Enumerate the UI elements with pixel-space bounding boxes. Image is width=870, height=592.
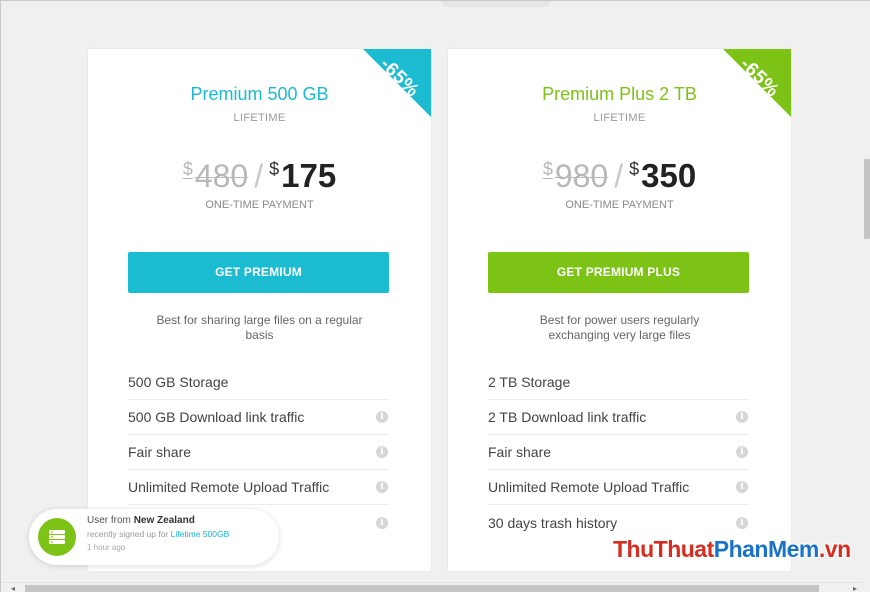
- scroll-left-arrow-icon[interactable]: ◂: [7, 584, 19, 592]
- notification-action-text: recently signed up for: [87, 529, 169, 539]
- payment-note: ONE-TIME PAYMENT: [205, 199, 314, 211]
- info-icon[interactable]: i: [376, 446, 388, 458]
- feature-item: 500 GB Storage: [128, 365, 389, 400]
- feature-label: 2 TB Storage: [488, 374, 571, 390]
- get-premium-plus-button[interactable]: GET PREMIUM PLUS: [488, 252, 749, 293]
- new-price-currency: $: [269, 159, 280, 179]
- payment-note: ONE-TIME PAYMENT: [565, 199, 674, 211]
- notification-time: 1 hour ago: [87, 543, 126, 552]
- plan-card-premium-500gb: -65% Premium 500 GB LIFETIME $480/$175 O…: [88, 49, 431, 571]
- notification-avatar: [38, 518, 76, 556]
- feature-label: 30 days trash history: [488, 514, 618, 531]
- vertical-scrollbar[interactable]: [863, 9, 870, 581]
- feature-label: 2 TB Download link traffic: [488, 409, 647, 425]
- feature-list: 2 TB Storage 2 TB Download link traffic i…: [488, 365, 749, 540]
- old-price-value: 980: [554, 158, 609, 194]
- price-row: $980/$350: [448, 157, 791, 195]
- feature-item: 2 TB Storage: [488, 365, 749, 400]
- new-price: $350: [629, 157, 696, 195]
- feature-label: Fair share: [488, 444, 552, 460]
- plan-description: Best for power users regularly exchangin…: [539, 313, 700, 342]
- feature-label: Unlimited Remote Upload Traffic: [128, 479, 330, 495]
- notification-plan-link[interactable]: Lifetime 500GB: [171, 529, 230, 539]
- feature-item: 30 days trash history i: [488, 505, 749, 540]
- old-price: $980: [543, 158, 608, 195]
- feature-item: Unlimited Remote Upload Traffic i: [128, 470, 389, 505]
- feature-label: 500 GB Storage: [128, 374, 229, 390]
- plan-period: LIFETIME: [593, 112, 646, 124]
- info-icon[interactable]: i: [376, 411, 388, 423]
- horizontal-scrollbar-thumb[interactable]: [25, 585, 819, 592]
- new-price: $175: [269, 157, 336, 195]
- watermark-part3: .vn: [818, 536, 851, 562]
- info-icon[interactable]: i: [736, 411, 748, 423]
- price-row: $480/$175: [88, 157, 431, 195]
- feature-item: Fair share i: [488, 435, 749, 470]
- feature-item: Unlimited Remote Upload Traffic i: [488, 470, 749, 505]
- feature-label: 500 GB Download link traffic: [128, 409, 305, 425]
- feature-item: 2 TB Download link traffic i: [488, 400, 749, 435]
- watermark-part2: PhanMem: [713, 536, 820, 562]
- site-watermark: ThuThuatPhanMem.vn: [613, 536, 851, 563]
- old-price-currency: $: [182, 159, 193, 179]
- feature-item: 500 GB Download link traffic i: [128, 400, 389, 435]
- feature-item: Fair share i: [128, 435, 389, 470]
- plan-period: LIFETIME: [233, 112, 286, 124]
- signup-notification[interactable]: User from New Zealand recently signed up…: [29, 509, 279, 565]
- watermark-part1: ThuThuat: [613, 536, 714, 562]
- info-icon[interactable]: i: [736, 516, 748, 529]
- new-price-currency: $: [629, 159, 640, 179]
- old-price: $480: [183, 158, 248, 195]
- info-icon[interactable]: i: [376, 516, 388, 529]
- old-price-value: 480: [194, 158, 249, 194]
- discount-ribbon: -65%: [363, 49, 431, 117]
- feature-label: Unlimited Remote Upload Traffic: [488, 479, 690, 495]
- plan-title: Premium Plus 2 TB: [542, 84, 697, 104]
- info-icon[interactable]: i: [376, 481, 388, 493]
- info-icon[interactable]: i: [736, 446, 748, 458]
- plan-card-premium-plus-2tb: -65% Premium Plus 2 TB LIFETIME $980/$35…: [448, 49, 791, 571]
- plan-title: Premium 500 GB: [190, 84, 329, 104]
- discount-ribbon: -65%: [723, 49, 791, 117]
- old-price-currency: $: [542, 159, 553, 179]
- feature-label: Fair share: [128, 444, 192, 460]
- plan-description: Best for sharing large files on a regula…: [156, 313, 363, 342]
- get-premium-button[interactable]: GET PREMIUM: [128, 252, 389, 293]
- new-price-value: 175: [281, 157, 337, 194]
- price-separator: /: [254, 158, 264, 194]
- notification-location: New Zealand: [133, 515, 195, 526]
- vertical-scrollbar-thumb[interactable]: [864, 159, 870, 239]
- notification-action: recently signed up for Lifetime 500GB: [87, 529, 229, 539]
- top-tab-notch: [441, 1, 551, 7]
- server-icon: [49, 530, 65, 544]
- scroll-right-arrow-icon[interactable]: ▸: [849, 584, 861, 592]
- pricing-page: -65% Premium 500 GB LIFETIME $480/$175 O…: [0, 0, 870, 592]
- new-price-value: 350: [641, 157, 697, 194]
- notification-user: User from New Zealand: [87, 515, 195, 526]
- horizontal-scrollbar[interactable]: ◂ ▸: [1, 582, 863, 592]
- price-separator: /: [614, 158, 624, 194]
- notification-prefix: User from: [87, 515, 131, 526]
- info-icon[interactable]: i: [736, 481, 748, 493]
